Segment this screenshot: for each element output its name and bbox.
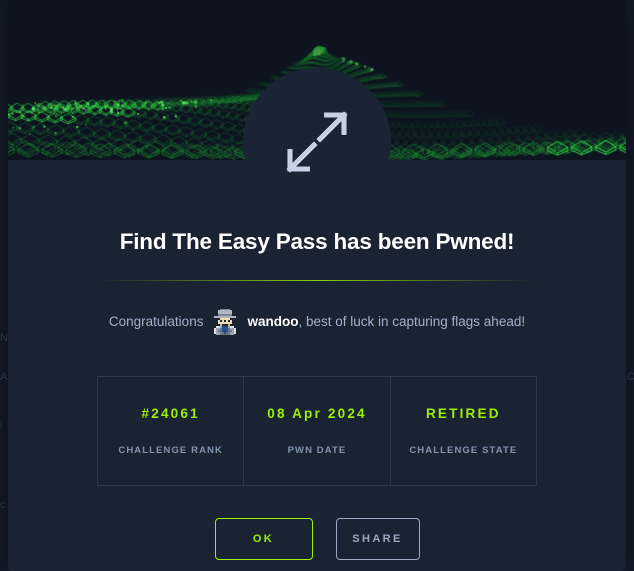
username-text: wandoo bbox=[247, 315, 298, 329]
page-title: Find The Easy Pass has been Pwned! bbox=[8, 228, 626, 255]
stat-value: 08 Apr 2024 bbox=[267, 406, 367, 421]
stats-panel: #24061 CHALLENGE RANK 08 Apr 2024 PWN DA… bbox=[97, 376, 537, 486]
background-text-fragment: C bbox=[627, 371, 634, 383]
ok-button[interactable]: OK bbox=[215, 518, 313, 560]
stat-value: RETIRED bbox=[426, 406, 501, 421]
pwned-modal: Find The Easy Pass has been Pwned! Congr… bbox=[8, 0, 626, 571]
stat-label: PWN DATE bbox=[288, 445, 347, 456]
modal-body: Find The Easy Pass has been Pwned! Congr… bbox=[8, 160, 626, 560]
stat-label: CHALLENGE STATE bbox=[409, 445, 517, 456]
stat-challenge-state: RETIRED CHALLENGE STATE bbox=[391, 377, 536, 485]
modal-actions: OK SHARE bbox=[8, 518, 626, 560]
title-divider bbox=[97, 280, 537, 281]
congrats-suffix-text: , best of luck in capturing flags ahead! bbox=[298, 315, 525, 329]
stat-label: CHALLENGE RANK bbox=[118, 445, 223, 456]
background-text-fragment: A bbox=[0, 371, 8, 383]
stat-pwn-date: 08 Apr 2024 PWN DATE bbox=[244, 377, 390, 485]
congratulations-message: Congratulations wandoo , best of luck in… bbox=[8, 309, 626, 335]
background-text-fragment: c bbox=[0, 499, 6, 511]
avatar bbox=[212, 309, 238, 335]
expand-arrows-icon bbox=[243, 68, 391, 216]
stat-challenge-rank: #24061 CHALLENGE RANK bbox=[98, 377, 244, 485]
congrats-prefix-text: Congratulations bbox=[109, 315, 204, 329]
stat-value: #24061 bbox=[142, 406, 200, 421]
share-button[interactable]: SHARE bbox=[336, 518, 420, 560]
background-text-fragment: i bbox=[0, 419, 3, 431]
